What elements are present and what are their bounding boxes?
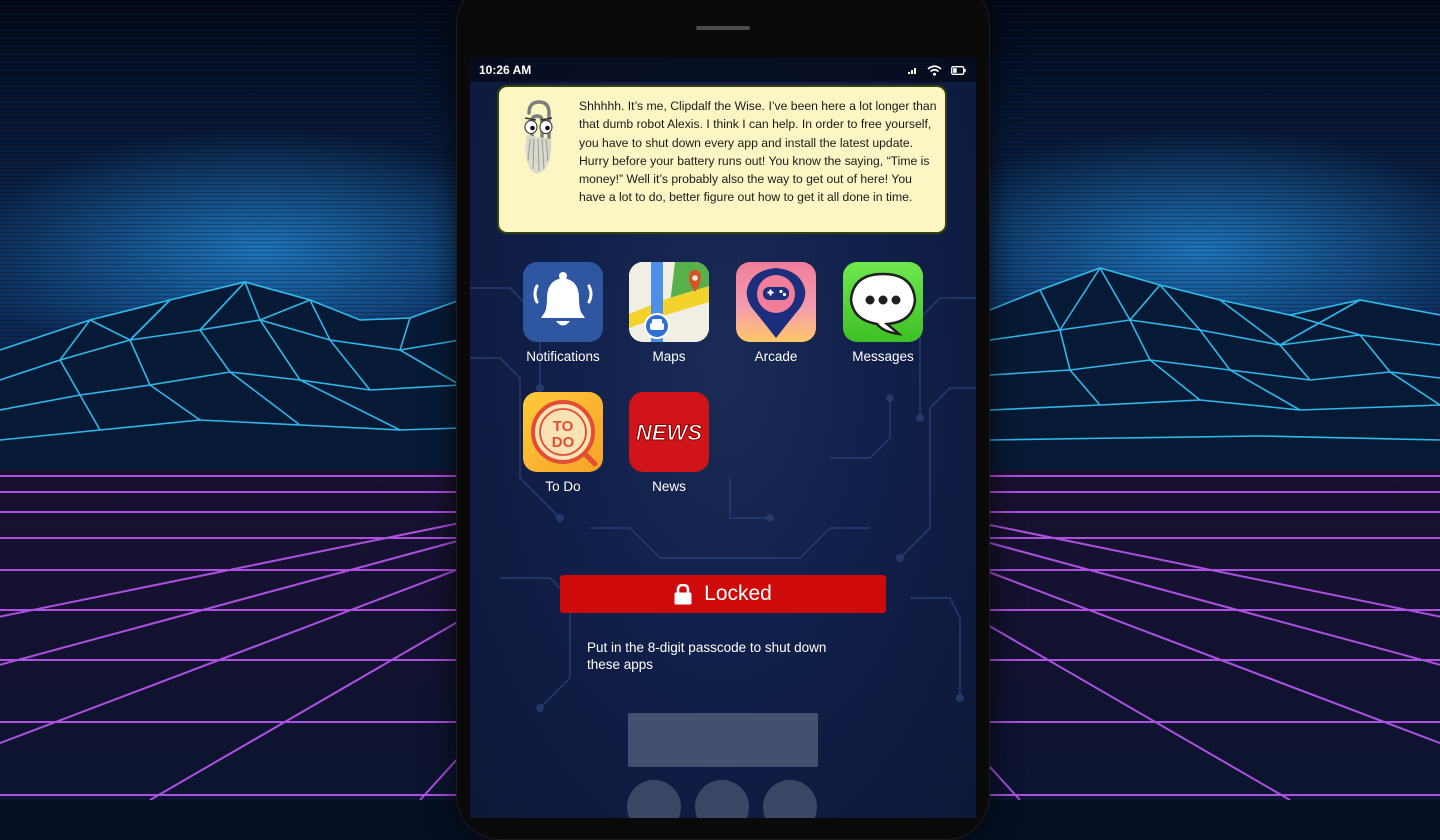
status-time: 10:26 AM <box>479 63 532 77</box>
status-bar: 10:26 AM <box>470 58 976 82</box>
app-news[interactable]: NEWS News <box>624 392 714 494</box>
gamepad-pin-icon <box>736 262 816 342</box>
todo-icon-text: TO <box>553 418 574 435</box>
app-label: Maps <box>652 349 686 364</box>
paperclip-assistant-icon <box>524 100 553 174</box>
status-icons <box>908 64 966 76</box>
lock-icon <box>674 583 692 604</box>
assistant-message-bubble: Shhhhh. It’s me, Clipdalf the Wise. I’ve… <box>497 85 947 234</box>
app-label: Arcade <box>754 349 798 364</box>
locked-label: Locked <box>704 582 772 605</box>
locked-banner: Locked <box>560 575 886 613</box>
app-label: Notifications <box>526 349 600 364</box>
app-todo[interactable]: TO DO To Do <box>518 392 608 494</box>
battery-icon <box>951 65 966 75</box>
wifi-icon <box>927 64 942 76</box>
todo-icon: TO DO <box>523 392 603 472</box>
passcode-field[interactable] <box>628 713 818 767</box>
phone-speaker <box>696 26 750 30</box>
passcode-instructions: Put in the 8-digit passcode to shut down… <box>587 640 827 672</box>
news-icon-text: NEWS <box>636 420 702 445</box>
map-icon <box>629 262 709 342</box>
assistant-message-text: Shhhhh. It’s me, Clipdalf the Wise. I’ve… <box>579 99 937 205</box>
app-maps[interactable]: Maps <box>624 262 714 364</box>
todo-icon-text: DO <box>552 434 575 451</box>
app-label: News <box>652 479 686 494</box>
app-label: To Do <box>545 479 581 494</box>
bell-icon <box>523 262 603 342</box>
signal-icon <box>908 66 918 74</box>
app-arcade[interactable]: Arcade <box>731 262 821 364</box>
app-label: Messages <box>852 349 914 364</box>
phone-screen: 10:26 AM Shhhhh. It’s me, Clipdalf the W… <box>470 58 976 818</box>
app-messages[interactable]: Messages <box>838 262 928 364</box>
news-icon: NEWS <box>629 392 709 472</box>
app-notifications[interactable]: Notifications <box>518 262 608 364</box>
speech-bubble-icon <box>843 262 923 342</box>
